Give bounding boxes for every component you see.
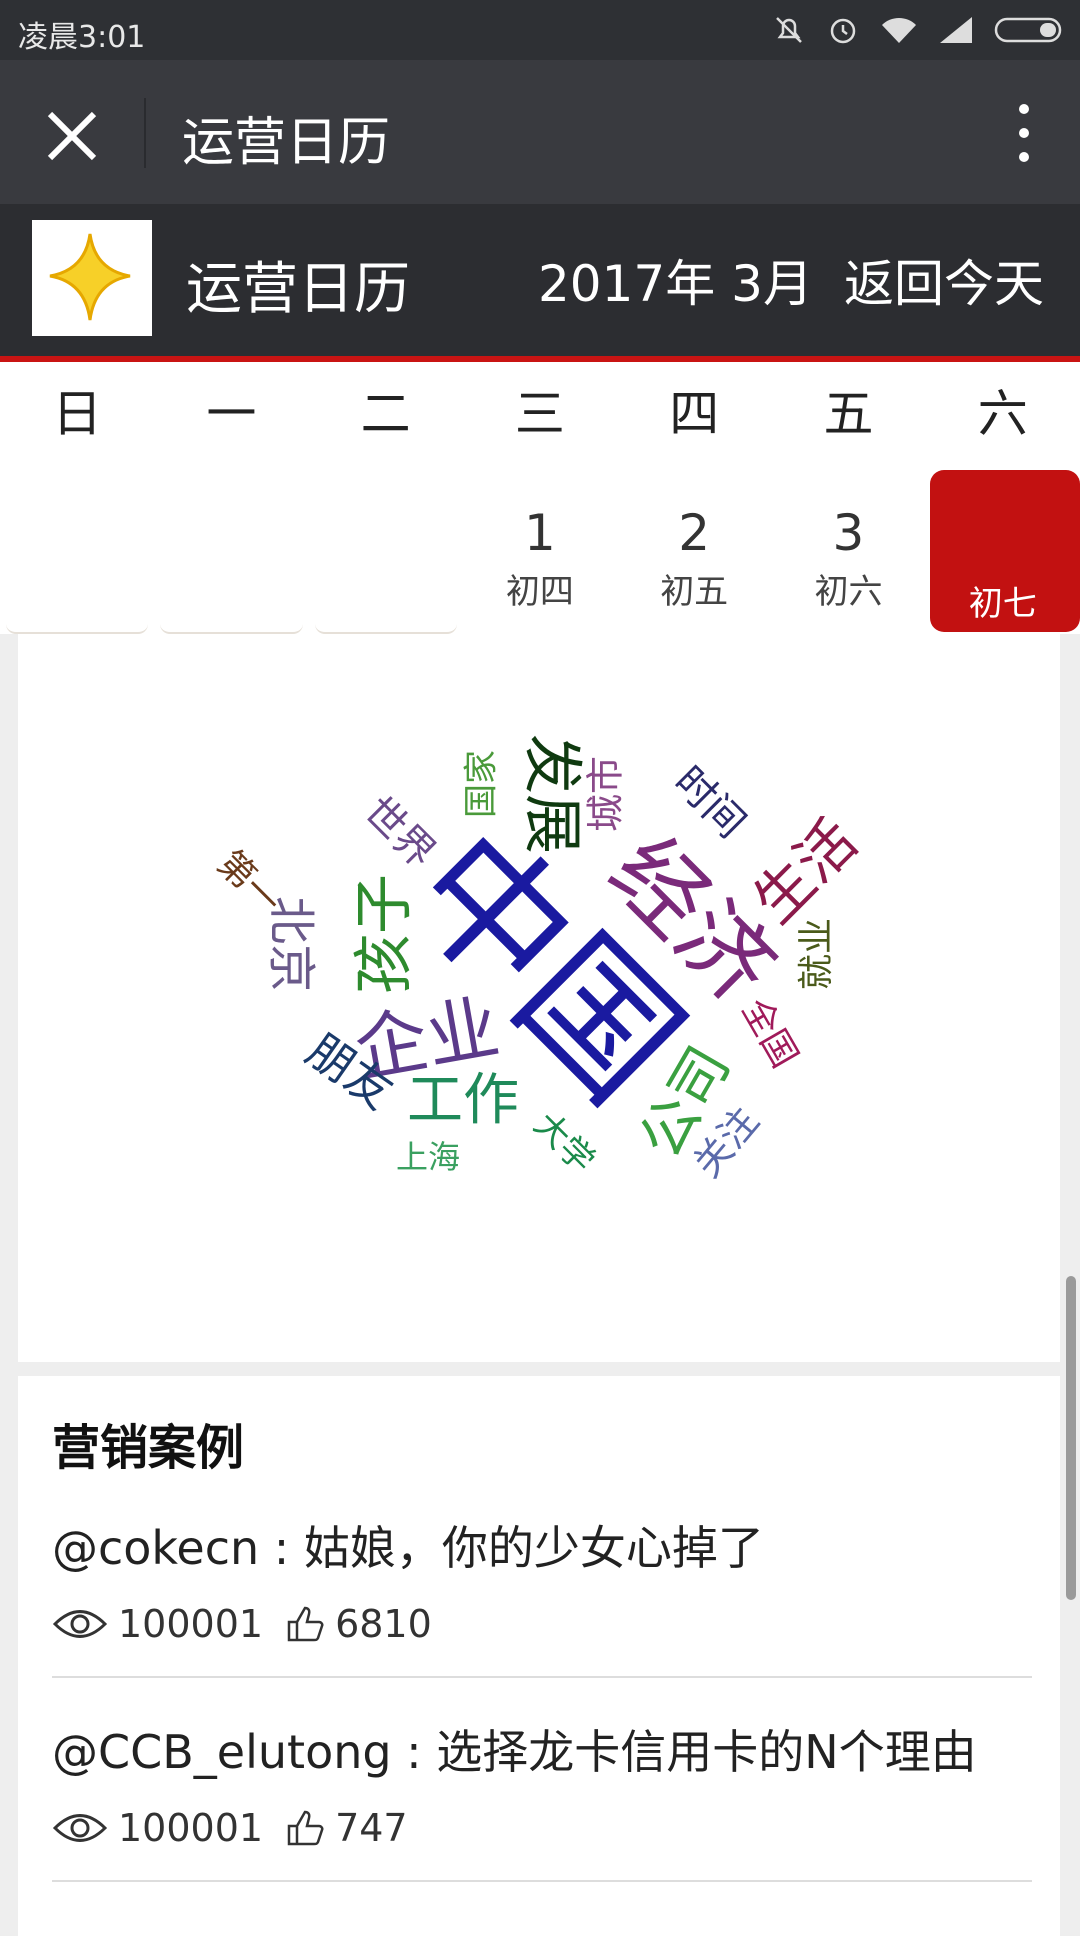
like-count: 747 — [335, 1806, 408, 1850]
more-options-icon[interactable] — [1004, 100, 1044, 166]
likes[interactable]: 747 — [285, 1806, 408, 1850]
weekday-sun: 日 — [52, 385, 103, 443]
likes[interactable]: 6810 — [285, 1602, 432, 1646]
case-stats: 100001 747 — [52, 1806, 1032, 1850]
title-separator — [144, 98, 146, 168]
lunar-date: 初四 — [505, 572, 574, 612]
day-cell[interactable]: 2 初五 — [617, 466, 771, 634]
divider — [52, 1676, 1032, 1678]
weekday-tue: 二 — [360, 385, 411, 443]
signal-icon — [940, 17, 972, 43]
lunar-date: 初五 — [660, 572, 729, 612]
day-cell-empty — [0, 466, 154, 634]
back-to-today-button[interactable]: 返回今天 — [844, 244, 1044, 316]
weekday-header: 日 一 二 三 四 五 六 — [0, 362, 1080, 466]
calendar: 日 一 二 三 四 五 六 1 初四 2 初五 3 初六 初七 — [0, 362, 1080, 634]
view-count: 100001 — [118, 1602, 264, 1646]
word-cloud-card: 中国 经济 企业 孩子 发展 生活 工作 公司 北京 朋友 世界 时间 城市 国家 第一 就业 全国 关注 大学 上海 — [18, 634, 1060, 1362]
day-number: 3 — [832, 504, 865, 562]
word-cloud: 中国经济企业孩子发展生活工作 公司北京朋友世界 时间城市国家第一就业全国关注大学上海 — [209, 734, 870, 1186]
status-icons — [772, 10, 1066, 50]
case-stats: 100001 6810 — [52, 1602, 1032, 1646]
eye-icon — [52, 1814, 108, 1842]
case-title[interactable]: @CCB_elutong : 选择龙卡信用卡的N个理由 — [52, 1716, 1032, 1782]
app-logo — [32, 220, 152, 336]
word-cloud-word: 发展 — [516, 734, 586, 854]
word-cloud-word: 世界 — [355, 788, 444, 877]
divider — [52, 1880, 1032, 1882]
app-header: 运营日历 2017年 3月 返回今天 — [0, 204, 1080, 362]
word-cloud-word: 城市 — [584, 756, 628, 832]
status-bar: 凌晨3:01 — [0, 0, 1080, 60]
like-count: 6810 — [335, 1602, 432, 1646]
day-number: 1 — [524, 504, 556, 562]
title-bar: 运营日历 — [0, 60, 1080, 204]
app-name: 运营日历 — [186, 257, 410, 322]
word-cloud-word: 全国 — [734, 992, 806, 1075]
case-item[interactable]: @CCB_elutong : 选择龙卡信用卡的N个理由 100001 747 — [52, 1716, 1032, 1882]
section-heading: 营销案例 — [52, 1420, 245, 1476]
word-cloud-word: 工作 — [407, 1068, 519, 1133]
day-cell[interactable]: 1 初四 — [463, 466, 617, 634]
case-item[interactable]: @cokecn : 姑娘，你的少女心掉了 100001 6810 — [52, 1512, 1032, 1678]
view-count: 100001 — [118, 1806, 264, 1850]
day-cell-selected[interactable]: 初七 — [926, 466, 1080, 634]
case-title[interactable]: @cokecn : 姑娘，你的少女心掉了 — [52, 1512, 1032, 1578]
word-cloud-word: 上海 — [396, 1138, 460, 1176]
day-number: 2 — [678, 504, 711, 562]
mute-icon — [776, 17, 802, 43]
weekday-wed: 三 — [514, 385, 565, 443]
word-cloud-word: 国家 — [462, 750, 502, 818]
eye-icon — [52, 1610, 108, 1638]
weekday-fri: 五 — [823, 385, 874, 443]
marketing-cases-card: 营销案例 @cokecn : 姑娘，你的少女心掉了 100001 6810 @C… — [18, 1376, 1060, 1936]
word-cloud-word: 就业 — [796, 918, 837, 990]
close-icon[interactable] — [40, 104, 104, 168]
battery-icon — [994, 17, 1062, 43]
thumbs-up-icon — [287, 1606, 324, 1642]
weekday-thu: 四 — [669, 385, 720, 443]
wifi-icon — [882, 17, 916, 43]
star-logo-icon — [49, 233, 131, 321]
alarm-icon — [830, 18, 856, 44]
thumbs-up-icon — [287, 1810, 324, 1846]
page-title: 运营日历 — [182, 113, 391, 173]
day-cell[interactable]: 3 初六 — [771, 466, 925, 634]
day-cell-empty — [154, 466, 308, 634]
weekday-mon: 一 — [206, 385, 257, 443]
status-time: 凌晨3:01 — [18, 20, 146, 55]
lunar-date: 初六 — [814, 572, 883, 612]
scrollbar[interactable] — [1066, 1276, 1076, 1600]
lunar-date: 初七 — [968, 584, 1037, 624]
day-cell-empty — [309, 466, 463, 634]
calendar-week-row: 1 初四 2 初五 3 初六 初七 — [0, 466, 1080, 634]
current-month[interactable]: 2017年 3月 — [538, 244, 813, 316]
word-cloud-word: 孩子 — [350, 874, 420, 994]
weekday-sat: 六 — [977, 385, 1028, 443]
